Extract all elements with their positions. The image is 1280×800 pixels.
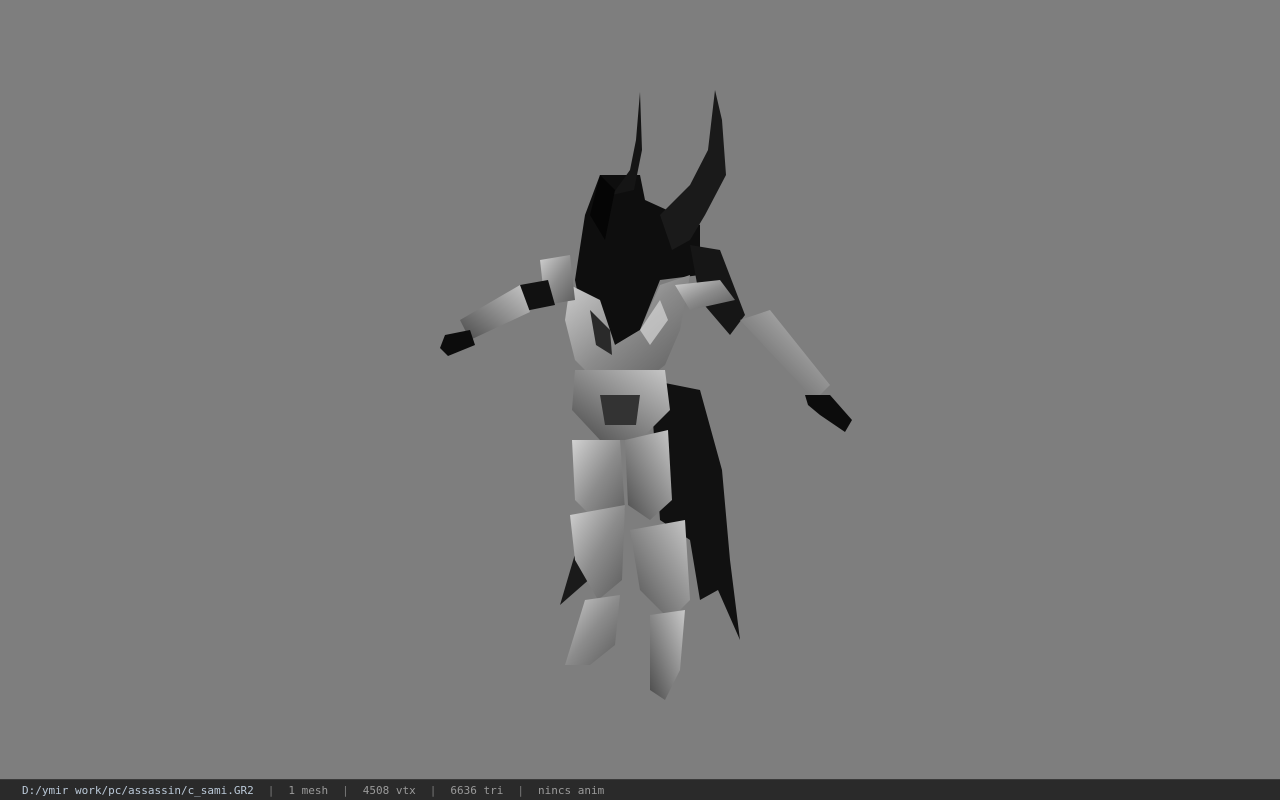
file-path: D:/ymir work/pc/assassin/c_sami.GR2 <box>22 783 254 797</box>
3d-viewport[interactable] <box>0 0 1280 779</box>
left-arm <box>440 255 575 356</box>
separator: | <box>429 783 437 797</box>
vertex-count: 4508 vtx <box>362 783 416 797</box>
separator: | <box>517 783 525 797</box>
separator: | <box>267 783 275 797</box>
animation-status: nincs anim <box>538 783 605 797</box>
mesh-count: 1 mesh <box>288 783 329 797</box>
separator: | <box>342 783 349 797</box>
character-model[interactable] <box>0 0 1280 779</box>
status-bar: D:/ymir work/pc/assassin/c_sami.GR2 | 1 … <box>0 779 1280 800</box>
triangle-count: 6636 tri <box>450 783 504 797</box>
